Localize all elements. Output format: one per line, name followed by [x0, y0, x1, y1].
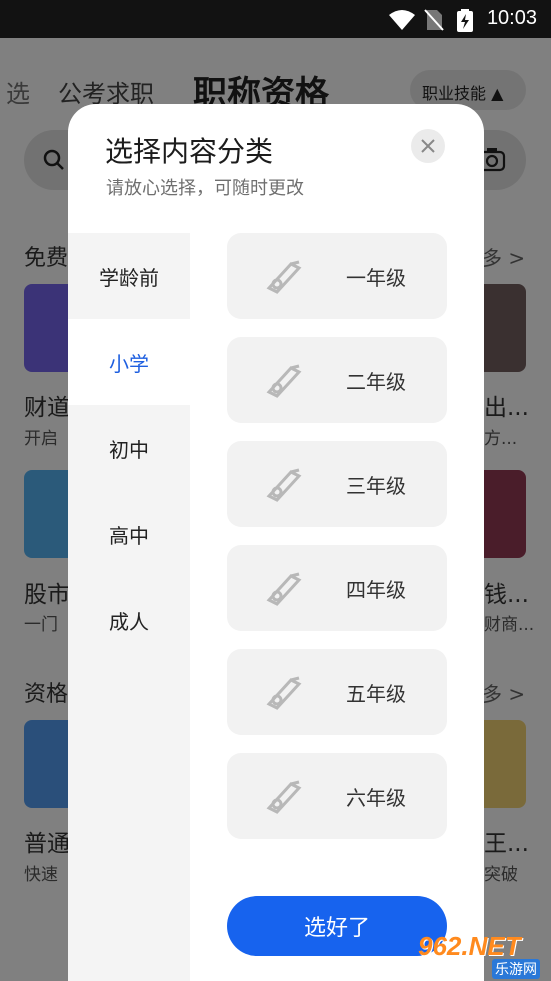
- watermark-logo: 962.NET 乐游网: [410, 931, 546, 979]
- course-subtitle: 一门: [24, 615, 58, 635]
- course-subtitle: 快速: [24, 865, 58, 885]
- section-title-free: 免费: [24, 246, 69, 271]
- grade-option-2[interactable]: 二年级: [227, 337, 447, 423]
- wifi-icon: [388, 9, 416, 35]
- pencil-icon: [265, 570, 305, 610]
- grade-option-5[interactable]: 五年级: [227, 649, 447, 735]
- category-item-preschool[interactable]: 学龄前: [68, 233, 190, 319]
- modal-title: 选择内容分类: [105, 135, 274, 168]
- battery-charging-icon: [456, 9, 474, 37]
- confirm-label: 选好了: [303, 916, 370, 941]
- grade-option-1[interactable]: 一年级: [227, 233, 447, 319]
- course-title[interactable]: 王...: [484, 824, 529, 858]
- category-label: 小学: [109, 351, 149, 376]
- pencil-icon: [265, 778, 305, 818]
- category-label: 学龄前: [99, 265, 159, 290]
- grade-option-6[interactable]: 六年级: [227, 753, 447, 839]
- course-title[interactable]: 财道: [24, 388, 70, 422]
- course-subtitle: 方...: [484, 429, 518, 449]
- category-label: 初中: [109, 437, 149, 462]
- section-title-qualification: 资格: [24, 682, 69, 707]
- close-button[interactable]: [411, 129, 445, 163]
- clock: 10:03: [486, 7, 537, 29]
- grade-label: 一年级: [346, 266, 406, 290]
- category-item-junior-high[interactable]: 初中: [68, 405, 190, 491]
- category-picker-modal: 选择内容分类 请放心选择，可随时更改 学龄前 小学 初中 高中 成人 一年级 二…: [68, 104, 484, 981]
- category-item-adult[interactable]: 成人: [68, 577, 190, 663]
- course-subtitle: 财商...: [484, 615, 535, 635]
- category-label: 高中: [109, 523, 149, 548]
- category-item-senior-high[interactable]: 高中: [68, 491, 190, 577]
- pencil-icon: [265, 674, 305, 714]
- grade-label: 三年级: [346, 474, 406, 498]
- course-title[interactable]: 股市: [24, 575, 70, 609]
- grade-label: 六年级: [346, 786, 406, 810]
- section-more-qualification[interactable]: 多 >: [482, 678, 525, 707]
- watermark-brand: 962.NET: [418, 931, 521, 961]
- pencil-icon: [265, 362, 305, 402]
- modal-subtitle: 请放心选择，可随时更改: [106, 178, 304, 199]
- status-bar: 10:03: [0, 0, 551, 38]
- course-subtitle: 开启: [24, 429, 58, 449]
- grade-label: 二年级: [346, 370, 406, 394]
- tab-partial[interactable]: 选: [6, 74, 30, 109]
- course-title[interactable]: 钱...: [484, 575, 529, 609]
- watermark-text: 乐游网: [492, 959, 540, 979]
- no-sim-icon: [424, 9, 444, 35]
- close-icon: [421, 139, 435, 153]
- pencil-icon: [265, 258, 305, 298]
- pencil-icon: [265, 466, 305, 506]
- course-subtitle: 突破: [484, 865, 518, 885]
- grade-option-4[interactable]: 四年级: [227, 545, 447, 631]
- section-more-free[interactable]: 多 >: [482, 242, 525, 271]
- grade-label: 四年级: [346, 578, 406, 602]
- course-title[interactable]: 出...: [484, 388, 529, 422]
- search-icon: [42, 148, 66, 176]
- course-title[interactable]: 普通: [24, 824, 70, 858]
- grade-label: 五年级: [346, 682, 406, 706]
- grade-option-3[interactable]: 三年级: [227, 441, 447, 527]
- category-item-primary[interactable]: 小学: [68, 319, 190, 405]
- category-sidebar: 学龄前 小学 初中 高中 成人: [68, 233, 190, 981]
- skill-dropdown-label: 职业技能 ▲: [422, 84, 504, 103]
- category-label: 成人: [109, 609, 149, 634]
